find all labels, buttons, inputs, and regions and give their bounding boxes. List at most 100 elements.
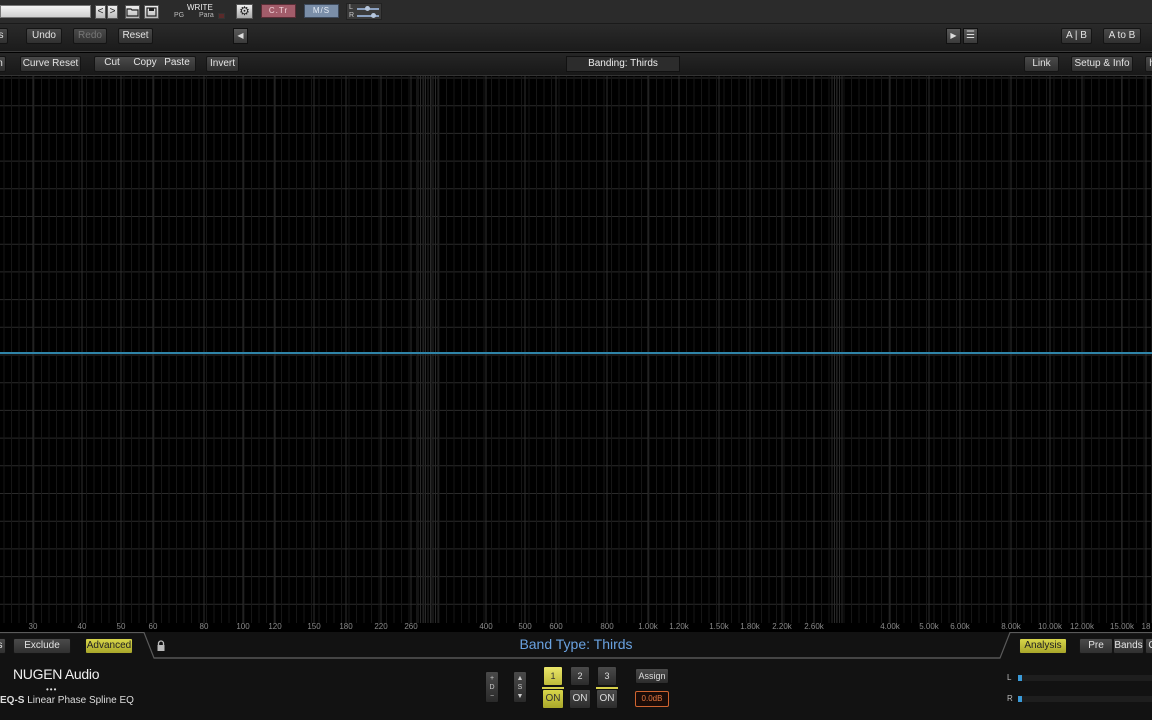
assign-button[interactable]: Assign	[635, 668, 669, 684]
band-3-on-toggle[interactable]: ON	[596, 689, 618, 709]
freq-tick-label: 60	[149, 622, 158, 631]
freq-tick-label: 18	[1142, 622, 1151, 631]
meter-l-level	[1018, 675, 1022, 681]
eq-graph[interactable]: 30 40 50 60 80 100 120 150 180 220 260 400 500 600 800…	[0, 76, 1152, 633]
curve-reset-button[interactable]: Curve Reset	[20, 56, 81, 72]
freq-tick-label: 10.00k	[1038, 622, 1063, 631]
freq-tick-label: 2.60k	[804, 622, 825, 631]
freq-tick-label: 80	[200, 622, 209, 631]
meter-r-label: R	[1007, 694, 1013, 703]
band-2-on-toggle[interactable]: ON	[569, 689, 591, 709]
edge-left-mode-button[interactable]: s	[0, 638, 6, 654]
link-r-label: R	[349, 12, 355, 19]
freq-tick-label: 120	[268, 622, 282, 631]
freq-tick-label: 220	[374, 622, 388, 631]
freq-tick-label: 600	[549, 622, 563, 631]
edge-left-button[interactable]: s	[0, 28, 8, 44]
preset-name-field[interactable]	[0, 5, 91, 18]
save-icon[interactable]	[144, 5, 159, 19]
redo-button[interactable]: Redo	[73, 28, 107, 44]
pre-button[interactable]: Pre	[1079, 638, 1113, 654]
freq-tick-label: 260	[404, 622, 418, 631]
exclude-button[interactable]: Exclude	[13, 638, 71, 654]
pg-label: PG	[174, 12, 185, 19]
collapse-left-icon[interactable]: ◀	[233, 28, 248, 44]
freq-tick-label: 1.80k	[740, 622, 761, 631]
invert-button[interactable]: Invert	[206, 56, 239, 72]
advanced-button[interactable]: Advanced	[85, 638, 133, 654]
edit-toolbar: n Curve Reset Cut Copy Paste Invert Band…	[0, 53, 1152, 76]
band-type-label: Band Type: Thirds	[519, 636, 633, 652]
meter-l-track	[1018, 675, 1152, 681]
product-code: EQ-S	[0, 695, 25, 706]
band-1-select[interactable]: 1	[543, 666, 563, 686]
freq-tick-label: 2.20k	[772, 622, 793, 631]
freq-tick-label: 1.00k	[638, 622, 659, 631]
freq-tick-label: 800	[600, 622, 614, 631]
ab-compare-button[interactable]: A | B	[1061, 28, 1092, 44]
freq-tick-label: 12.00k	[1070, 622, 1095, 631]
edge-right-button[interactable]: h	[1145, 56, 1152, 72]
link-lr-control[interactable]: L R	[346, 3, 382, 20]
bands-edge-button[interactable]: C	[1145, 638, 1152, 654]
next-preset-button[interactable]: >	[107, 5, 118, 19]
freq-tick-label: 1.20k	[669, 622, 690, 631]
freq-tick-label: 40	[78, 622, 87, 631]
bands-button[interactable]: Bands	[1113, 638, 1144, 654]
previous-preset-button[interactable]: <	[95, 5, 106, 19]
host-bar: < > WRITE PG Para ⚙ C.Tr M/S L R	[0, 0, 1152, 24]
para-toggle[interactable]	[218, 13, 225, 19]
cut-button[interactable]: Cut	[99, 56, 125, 72]
d-stepper[interactable]: + D −	[485, 671, 499, 703]
freq-tick-label: 150	[307, 622, 321, 631]
main-toolbar: s Undo Redo Reset ◀ ▶ ☰ A | B A to B	[0, 24, 1152, 52]
para-label: Para	[199, 12, 214, 19]
band-2-select[interactable]: 2	[570, 666, 590, 686]
freq-tick-label: 50	[117, 622, 126, 631]
automation-write-label: WRITE	[187, 3, 213, 12]
brand-dots: •••	[46, 685, 58, 694]
s-label: S	[517, 684, 523, 691]
freq-tick-label: 1.50k	[709, 622, 730, 631]
meter-r-track	[1018, 696, 1152, 702]
freq-tick-label: 5.00k	[919, 622, 940, 631]
band-1-on-toggle[interactable]: ON	[542, 689, 564, 709]
meter-l-label: L	[1007, 673, 1012, 682]
open-folder-icon[interactable]	[125, 5, 140, 19]
freq-tick-label: 15.00k	[1110, 622, 1135, 631]
eq-graph-canvas[interactable]: 30 40 50 60 80 100 120 150 180 220 260 400 500 600 800…	[0, 76, 1152, 633]
freq-tick-label: 100	[236, 622, 250, 631]
product-title: Linear Phase Spline EQ	[24, 695, 134, 706]
ctr-button[interactable]: C.Tr	[261, 4, 296, 18]
reset-button[interactable]: Reset	[118, 28, 153, 44]
freq-tick-label: 180	[339, 622, 353, 631]
paste-button[interactable]: Paste	[162, 56, 192, 72]
lock-icon[interactable]	[156, 640, 166, 652]
band-3-select[interactable]: 3	[597, 666, 617, 686]
banding-selector[interactable]: Banding: Thirds	[566, 56, 680, 72]
d-label: D	[489, 684, 495, 691]
brand-logo: NUGEN Audio	[13, 666, 100, 682]
a-to-b-button[interactable]: A to B	[1103, 28, 1141, 44]
ms-button[interactable]: M/S	[304, 4, 339, 18]
freq-tick-label: 8.00k	[1001, 622, 1022, 631]
analysis-button[interactable]: Analysis	[1019, 638, 1067, 654]
edge-left-edit-button[interactable]: n	[0, 56, 6, 72]
bottom-panel: s Exclude Advanced Band Type: Thirds Ana…	[0, 632, 1152, 720]
list-icon[interactable]: ☰	[963, 28, 978, 44]
s-stepper[interactable]: ▲ S ▼	[513, 671, 527, 703]
undo-button[interactable]: Undo	[26, 28, 62, 44]
freq-tick-label: 500	[518, 622, 532, 631]
product-name: EQ-S Linear Phase Spline EQ	[0, 695, 134, 706]
gain-readout[interactable]: 0.0dB	[635, 691, 669, 707]
expand-right-icon[interactable]: ▶	[946, 28, 961, 44]
setup-info-button[interactable]: Setup & Info	[1071, 56, 1133, 72]
copy-button[interactable]: Copy	[130, 56, 160, 72]
meter-r-level	[1018, 696, 1022, 702]
gear-icon[interactable]: ⚙	[236, 4, 253, 19]
freq-tick-label: 6.00k	[950, 622, 971, 631]
freq-tick-label: 30	[29, 622, 38, 631]
freq-tick-label: 400	[479, 622, 493, 631]
link-button[interactable]: Link	[1024, 56, 1059, 72]
freq-tick-label: 4.00k	[880, 622, 901, 631]
